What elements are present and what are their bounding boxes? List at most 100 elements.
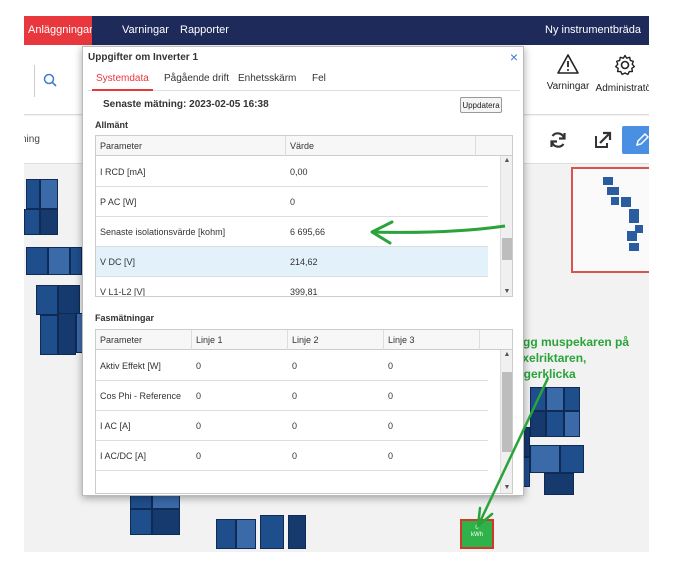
solar-panel[interactable] <box>70 247 82 275</box>
table-row[interactable]: Cos Phi - Reference 0 0 0 <box>96 381 488 411</box>
solar-panel[interactable] <box>560 445 584 473</box>
solar-panel[interactable] <box>152 509 180 535</box>
export-icon[interactable] <box>593 130 613 150</box>
solar-panel[interactable] <box>40 209 58 235</box>
line1-cell: 0 <box>196 421 202 431</box>
scrollbar[interactable]: ▲ ▼ <box>500 156 512 296</box>
table-row[interactable]: V DC [V] 214,62 <box>96 247 488 277</box>
subbar-label: ning <box>24 134 40 145</box>
solar-panel[interactable] <box>58 313 76 355</box>
solar-panel[interactable] <box>36 285 58 315</box>
solar-panel[interactable] <box>130 509 152 535</box>
scroll-up-icon[interactable]: ▲ <box>501 350 512 360</box>
section-phase-title: Fasmätningar <box>95 313 155 323</box>
solar-panel[interactable] <box>58 285 80 315</box>
solar-panel[interactable] <box>260 515 284 549</box>
solar-panel[interactable] <box>564 411 580 437</box>
tab-systemdata[interactable]: Systemdata <box>92 73 153 91</box>
table-row[interactable]: Senaste isolationsvärde [kohm] 6 695,66 <box>96 217 488 247</box>
close-icon[interactable]: × <box>510 49 518 65</box>
solar-panel[interactable] <box>48 247 70 275</box>
scroll-down-icon[interactable]: ▼ <box>501 483 512 493</box>
solar-panel[interactable] <box>546 387 564 411</box>
value-cell: 0,00 <box>290 167 308 177</box>
param-cell: V L1-L2 [V] <box>100 287 146 297</box>
solar-panel[interactable] <box>564 387 580 411</box>
inverter-1[interactable]: 0 kWh <box>460 519 494 549</box>
warnings-button[interactable]: Varningar <box>546 53 590 92</box>
column-header-linje-3[interactable]: Linje 3 <box>384 330 480 350</box>
warning-triangle-icon <box>557 54 579 74</box>
pencil-icon <box>635 132 649 147</box>
nav-tab-rapporter[interactable]: Rapporter <box>172 16 237 45</box>
annotation-line-1: Lägg muspekaren på <box>509 335 630 349</box>
solar-panel[interactable] <box>26 179 40 209</box>
value-cell: 214,62 <box>290 257 318 267</box>
table-row[interactable]: V L1-L2 [V] 399,81 <box>96 277 488 297</box>
scrollbar[interactable]: ▲ ▼ <box>500 350 512 493</box>
minimap[interactable] <box>571 167 649 273</box>
param-cell: Cos Phi - Reference <box>100 391 182 401</box>
column-header-value[interactable]: Värde <box>286 136 476 156</box>
column-header-linje-1[interactable]: Linje 1 <box>192 330 288 350</box>
table-row[interactable]: I RCD [mA] 0,00 <box>96 157 488 187</box>
param-cell: I AC/DC [A] <box>100 451 147 461</box>
value-cell: 399,81 <box>290 287 318 297</box>
scroll-up-icon[interactable]: ▲ <box>501 156 512 166</box>
top-navigation: Anläggningar Varningar Rapporter Ny inst… <box>24 16 649 45</box>
latest-measurement: Senaste mätning: 2023-02-05 16:38 <box>103 99 269 110</box>
column-header-linje-2[interactable]: Linje 2 <box>288 330 384 350</box>
admin-button[interactable]: Administratör <box>595 53 649 94</box>
solar-panel[interactable] <box>530 387 546 411</box>
solar-panel[interactable] <box>40 179 58 209</box>
inverter-details-dialog: Uppgifter om Inverter 1 × Systemdata Påg… <box>82 46 524 496</box>
nav-tab-anlaggningar[interactable]: Anläggningar <box>24 16 92 45</box>
line2-cell: 0 <box>292 451 298 461</box>
refresh-icon[interactable] <box>548 130 568 150</box>
solar-panel[interactable] <box>26 247 48 275</box>
value-cell: 6 695,66 <box>290 227 326 237</box>
solar-panel[interactable] <box>546 411 564 437</box>
param-cell: Aktiv Effekt [W] <box>100 361 161 371</box>
annotation-line-3: högerklicka <box>509 367 576 381</box>
search-button[interactable] <box>34 65 64 97</box>
tab-enhetsskarm[interactable]: Enhetsskärm <box>234 73 300 89</box>
solar-panel[interactable] <box>40 315 58 355</box>
line3-cell: 0 <box>388 391 394 401</box>
edit-button[interactable] <box>622 126 649 154</box>
solar-panel[interactable] <box>216 519 236 549</box>
value-cell: 0 <box>290 197 296 207</box>
table-row[interactable]: P AC [W] 0 <box>96 187 488 217</box>
solar-panel[interactable] <box>288 515 306 549</box>
scroll-thumb[interactable] <box>502 372 512 452</box>
scroll-down-icon[interactable]: ▼ <box>501 287 512 296</box>
scroll-thumb[interactable] <box>502 238 512 260</box>
solar-panel[interactable] <box>544 473 574 495</box>
line3-cell: 0 <box>388 361 394 371</box>
column-header-parameter[interactable]: Parameter <box>96 330 192 350</box>
solar-panel[interactable] <box>530 445 560 473</box>
line3-cell: 0 <box>388 451 394 461</box>
solar-panel[interactable] <box>236 519 256 549</box>
solar-panel[interactable] <box>530 411 546 437</box>
nav-tab-varningar[interactable]: Varningar <box>114 16 177 45</box>
warnings-label: Varningar <box>546 81 590 92</box>
table-header: Parameter Värde <box>96 136 512 156</box>
table-row[interactable]: Aktiv Effekt [W] 0 0 0 <box>96 351 488 381</box>
param-cell: Senaste isolationsvärde [kohm] <box>100 227 226 237</box>
solar-panel[interactable] <box>24 209 40 235</box>
update-button[interactable]: Uppdatera <box>460 97 502 113</box>
table-row[interactable]: I AC [A] 0 0 0 <box>96 411 488 441</box>
admin-label: Administratör <box>595 83 649 94</box>
tab-pagaende-drift[interactable]: Pågående drift <box>160 73 233 89</box>
table-row[interactable]: I AC/DC [A] 0 0 0 <box>96 441 488 471</box>
tab-fel[interactable]: Fel <box>308 73 330 89</box>
nav-new-dashboard[interactable]: Ny instrumentbräda <box>537 16 649 45</box>
instruction-annotation: Lägg muspekaren på växelriktaren, högerk… <box>509 334 649 382</box>
param-cell: P AC [W] <box>100 197 137 207</box>
inverter-unit: kWh <box>471 532 483 538</box>
line1-cell: 0 <box>196 361 202 371</box>
line2-cell: 0 <box>292 421 298 431</box>
inverter-value: 0 <box>475 525 479 531</box>
column-header-parameter[interactable]: Parameter <box>96 136 286 156</box>
